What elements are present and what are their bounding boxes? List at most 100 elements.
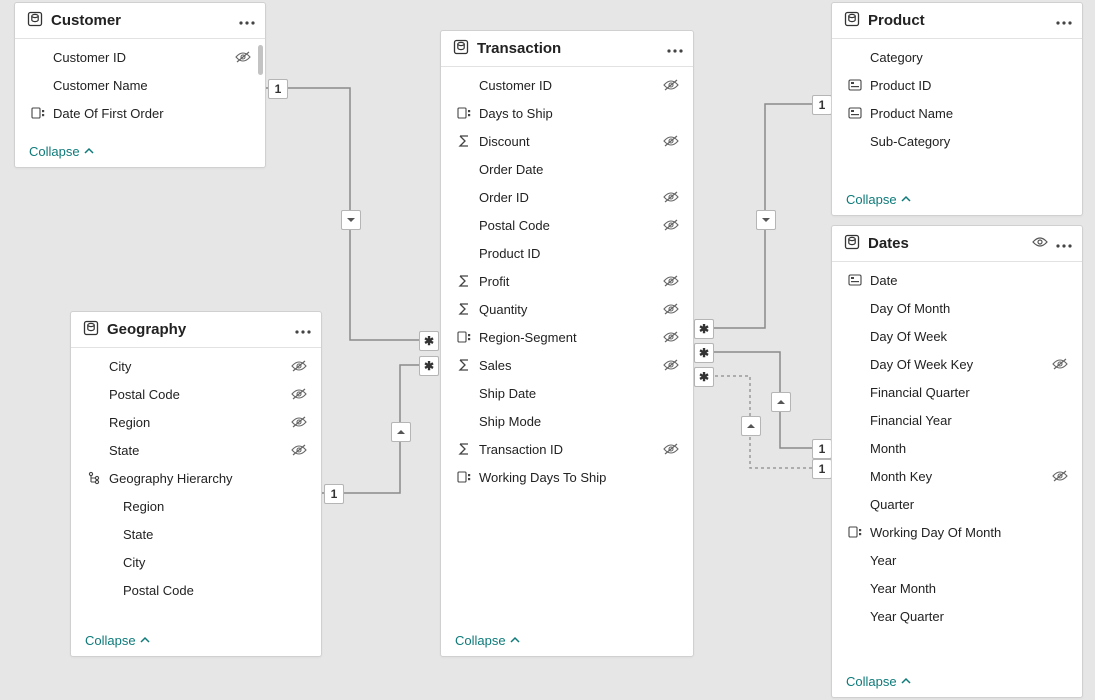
field-row[interactable]: Product ID	[832, 71, 1082, 99]
hidden-eye-icon	[289, 415, 309, 429]
field-label: Postal Code	[123, 583, 289, 598]
field-row[interactable]: Region	[71, 408, 321, 436]
more-options-icon[interactable]	[1056, 13, 1072, 28]
field-row[interactable]: Order ID	[441, 183, 693, 211]
field-row[interactable]: Customer ID	[441, 71, 693, 99]
hidden-eye-icon	[661, 218, 681, 232]
card-header[interactable]: Dates	[832, 226, 1082, 262]
hidden-eye-icon	[289, 387, 309, 401]
field-row[interactable]: Order Date	[441, 155, 693, 183]
collapse-button[interactable]: Collapse	[441, 627, 693, 656]
field-row[interactable]: Postal Code	[71, 380, 321, 408]
field-row[interactable]: Year Month	[832, 574, 1082, 602]
scrollbar[interactable]	[258, 45, 263, 75]
field-row[interactable]: Quarter	[832, 490, 1082, 518]
field-label: Product Name	[870, 106, 1050, 121]
hierarchy-icon	[85, 471, 103, 485]
filter-direction-product	[756, 210, 776, 230]
field-row[interactable]: Category	[832, 43, 1082, 71]
field-label: Geography Hierarchy	[109, 471, 289, 486]
field-row[interactable]: Transaction ID	[441, 435, 693, 463]
field-row[interactable]: Discount	[441, 127, 693, 155]
field-label: Transaction ID	[479, 442, 661, 457]
collapse-button[interactable]: Collapse	[15, 138, 265, 167]
field-row[interactable]: Working Days To Ship	[441, 463, 693, 491]
more-options-icon[interactable]	[239, 13, 255, 28]
table-card-transaction[interactable]: Transaction Customer IDDays to ShipDisco…	[440, 30, 694, 657]
field-row[interactable]: Product ID	[441, 239, 693, 267]
field-label: City	[123, 555, 289, 570]
field-row[interactable]: Year	[832, 546, 1082, 574]
more-options-icon[interactable]	[667, 41, 683, 56]
field-row[interactable]: Date Of First Order	[15, 99, 265, 127]
field-row[interactable]: Day Of Month	[832, 294, 1082, 322]
field-row[interactable]: Sales	[441, 351, 693, 379]
chevron-up-icon	[84, 144, 94, 159]
table-card-geography[interactable]: Geography City Postal Code Region State Geog…	[70, 311, 322, 657]
card-header[interactable]: Product	[832, 3, 1082, 39]
field-row[interactable]: Geography Hierarchy	[71, 464, 321, 492]
field-row[interactable]: Sub-Category	[832, 127, 1082, 155]
field-list: Customer IDCustomer NameDate Of First Or…	[15, 43, 265, 127]
field-label: State	[109, 443, 289, 458]
field-row[interactable]: Region	[71, 492, 321, 520]
field-row[interactable]: Days to Ship	[441, 99, 693, 127]
collapse-button[interactable]: Collapse	[71, 627, 321, 656]
field-row[interactable]: State	[71, 520, 321, 548]
field-row[interactable]: Ship Mode	[441, 407, 693, 435]
field-row[interactable]: Date	[832, 266, 1082, 294]
cardinality-geography-one: 1	[324, 484, 344, 504]
field-row[interactable]: Day Of Week Key	[832, 350, 1082, 378]
collapse-button[interactable]: Collapse	[832, 186, 1082, 215]
field-row[interactable]: Postal Code	[441, 211, 693, 239]
hidden-eye-icon	[233, 50, 253, 64]
collapse-button[interactable]: Collapse	[832, 668, 1082, 697]
hidden-eye-icon	[1050, 469, 1070, 483]
field-label: Ship Mode	[479, 414, 661, 429]
field-row[interactable]: Customer Name	[15, 71, 265, 99]
cardinality-product-one: 1	[812, 95, 832, 115]
field-row[interactable]: Product Name	[832, 99, 1082, 127]
field-row[interactable]: Year Quarter	[832, 602, 1082, 630]
field-row[interactable]: Month Key	[832, 462, 1082, 490]
card-header[interactable]: Transaction	[441, 31, 693, 67]
field-list: City Postal Code Region State Geography Hier…	[71, 352, 321, 604]
field-row[interactable]: State	[71, 436, 321, 464]
more-options-icon[interactable]	[295, 322, 311, 337]
field-label: Month Key	[870, 469, 1050, 484]
table-card-dates[interactable]: Dates DateDay Of MonthDay Of WeekDay Of …	[831, 225, 1083, 698]
card-title: Dates	[868, 235, 1032, 252]
sigma-icon	[455, 358, 473, 372]
field-row[interactable]: Financial Year	[832, 406, 1082, 434]
table-card-customer[interactable]: Customer Customer IDCustomer NameDate Of…	[14, 2, 266, 168]
more-options-icon[interactable]	[1056, 236, 1072, 251]
hidden-eye-icon	[289, 443, 309, 457]
cardinality-transaction-many-2: ✱	[419, 356, 439, 376]
field-row[interactable]: City	[71, 352, 321, 380]
field-row[interactable]: Quantity	[441, 295, 693, 323]
field-row[interactable]: Month	[832, 434, 1082, 462]
field-row[interactable]: Profit	[441, 267, 693, 295]
field-row[interactable]: Customer ID	[15, 43, 265, 71]
field-row[interactable]: City	[71, 548, 321, 576]
group-icon	[455, 106, 473, 120]
cardinality-transaction-many-5: ✱	[694, 367, 714, 387]
field-row[interactable]: Financial Quarter	[832, 378, 1082, 406]
field-label: Quarter	[870, 497, 1050, 512]
chevron-up-icon	[510, 633, 520, 648]
sigma-icon	[455, 442, 473, 456]
field-row[interactable]: Working Day Of Month	[832, 518, 1082, 546]
field-row[interactable]: Day Of Week	[832, 322, 1082, 350]
field-label: Postal Code	[109, 387, 289, 402]
field-row[interactable]: Region-Segment	[441, 323, 693, 351]
field-row[interactable]: Ship Date	[441, 379, 693, 407]
visibility-eye-icon[interactable]	[1032, 236, 1048, 251]
field-label: Financial Quarter	[870, 385, 1050, 400]
field-label: State	[123, 527, 289, 542]
field-label: Profit	[479, 274, 661, 289]
table-card-product[interactable]: Product CategoryProduct ID Product Name Su…	[831, 2, 1083, 216]
field-label: Year Month	[870, 581, 1050, 596]
field-row[interactable]: Postal Code	[71, 576, 321, 604]
card-header[interactable]: Geography	[71, 312, 321, 348]
card-header[interactable]: Customer	[15, 3, 265, 39]
